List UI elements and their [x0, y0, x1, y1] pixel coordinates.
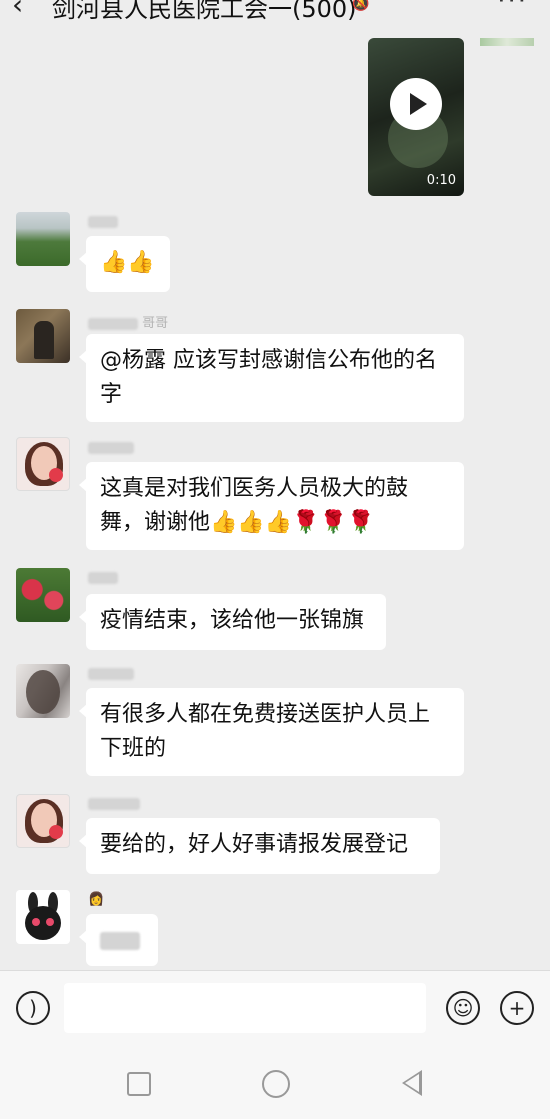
message-bubble[interactable]: 这真是对我们医务人员极大的鼓舞，谢谢他👍👍👍🌹🌹🌹 [79, 462, 464, 550]
emoji-icon[interactable]: ☺ [446, 991, 480, 1025]
more-button[interactable]: ··· [497, 0, 528, 16]
avatar[interactable] [16, 794, 70, 848]
message-bubble[interactable]: @杨露 应该写封感谢信公布他的名字 [79, 334, 464, 422]
bell-off-icon: 🔕 [352, 0, 370, 12]
system-navbar [0, 1042, 550, 1119]
sender-name [88, 570, 118, 585]
message-bubble[interactable]: 要给的，好人好事请报发展登记 [79, 818, 440, 874]
plus-icon[interactable]: + [500, 991, 534, 1025]
sender-name: 👩 [88, 892, 104, 907]
sender-name-text: 👩 [88, 892, 105, 907]
square-nav-icon[interactable] [127, 1072, 151, 1096]
avatar[interactable] [16, 664, 70, 718]
blurred-text [100, 932, 140, 950]
message-bubble[interactable] [79, 914, 158, 966]
voice-icon[interactable]: ) [16, 991, 50, 1025]
avatar[interactable] [16, 568, 70, 622]
avatar[interactable] [16, 309, 70, 363]
sender-name [88, 666, 134, 681]
sender-name: 哥哥 [88, 312, 168, 331]
circle-nav-icon[interactable] [262, 1070, 290, 1098]
avatar[interactable] [16, 212, 70, 266]
play-icon[interactable] [390, 78, 442, 130]
message-bubble[interactable]: 👍👍 [79, 236, 170, 292]
message-text: @杨露 应该写封感谢信公布他的名字 [100, 348, 437, 407]
chat-header: ‹ 剑河县人民医院工会一(500) 🔕 ··· [0, 0, 550, 23]
chevron-left-icon[interactable]: ‹ [12, 0, 23, 21]
message-text: 有很多人都在免费接送医护人员上下班的 [100, 702, 431, 761]
sender-name-text: 哥哥 [142, 316, 169, 331]
avatar[interactable] [16, 890, 70, 944]
self-avatar[interactable] [480, 38, 534, 46]
message-input[interactable] [64, 983, 426, 1033]
sender-name [88, 796, 140, 811]
message-text: 这真是对我们医务人员极大的鼓舞，谢谢他👍👍👍🌹🌹🌹 [100, 476, 409, 535]
message-bubble[interactable]: 有很多人都在免费接送医护人员上下班的 [79, 688, 464, 776]
avatar[interactable] [16, 437, 70, 491]
video-message[interactable]: 0:10 [368, 38, 464, 196]
message-bubble[interactable]: 疫情结束，该给他一张锦旗 [79, 594, 386, 650]
input-bar: ) ☺ + [0, 970, 550, 1043]
triangle-back-icon[interactable] [402, 1070, 422, 1096]
chat-title: 剑河县人民医院工会一(500) [52, 0, 357, 23]
message-text: 👍👍 [100, 250, 155, 275]
message-text: 要给的，好人好事请报发展登记 [100, 832, 409, 857]
sender-name [88, 440, 134, 455]
video-duration: 0:10 [426, 173, 456, 188]
sender-name [88, 214, 118, 229]
message-text: 疫情结束，该给他一张锦旗 [100, 608, 365, 633]
